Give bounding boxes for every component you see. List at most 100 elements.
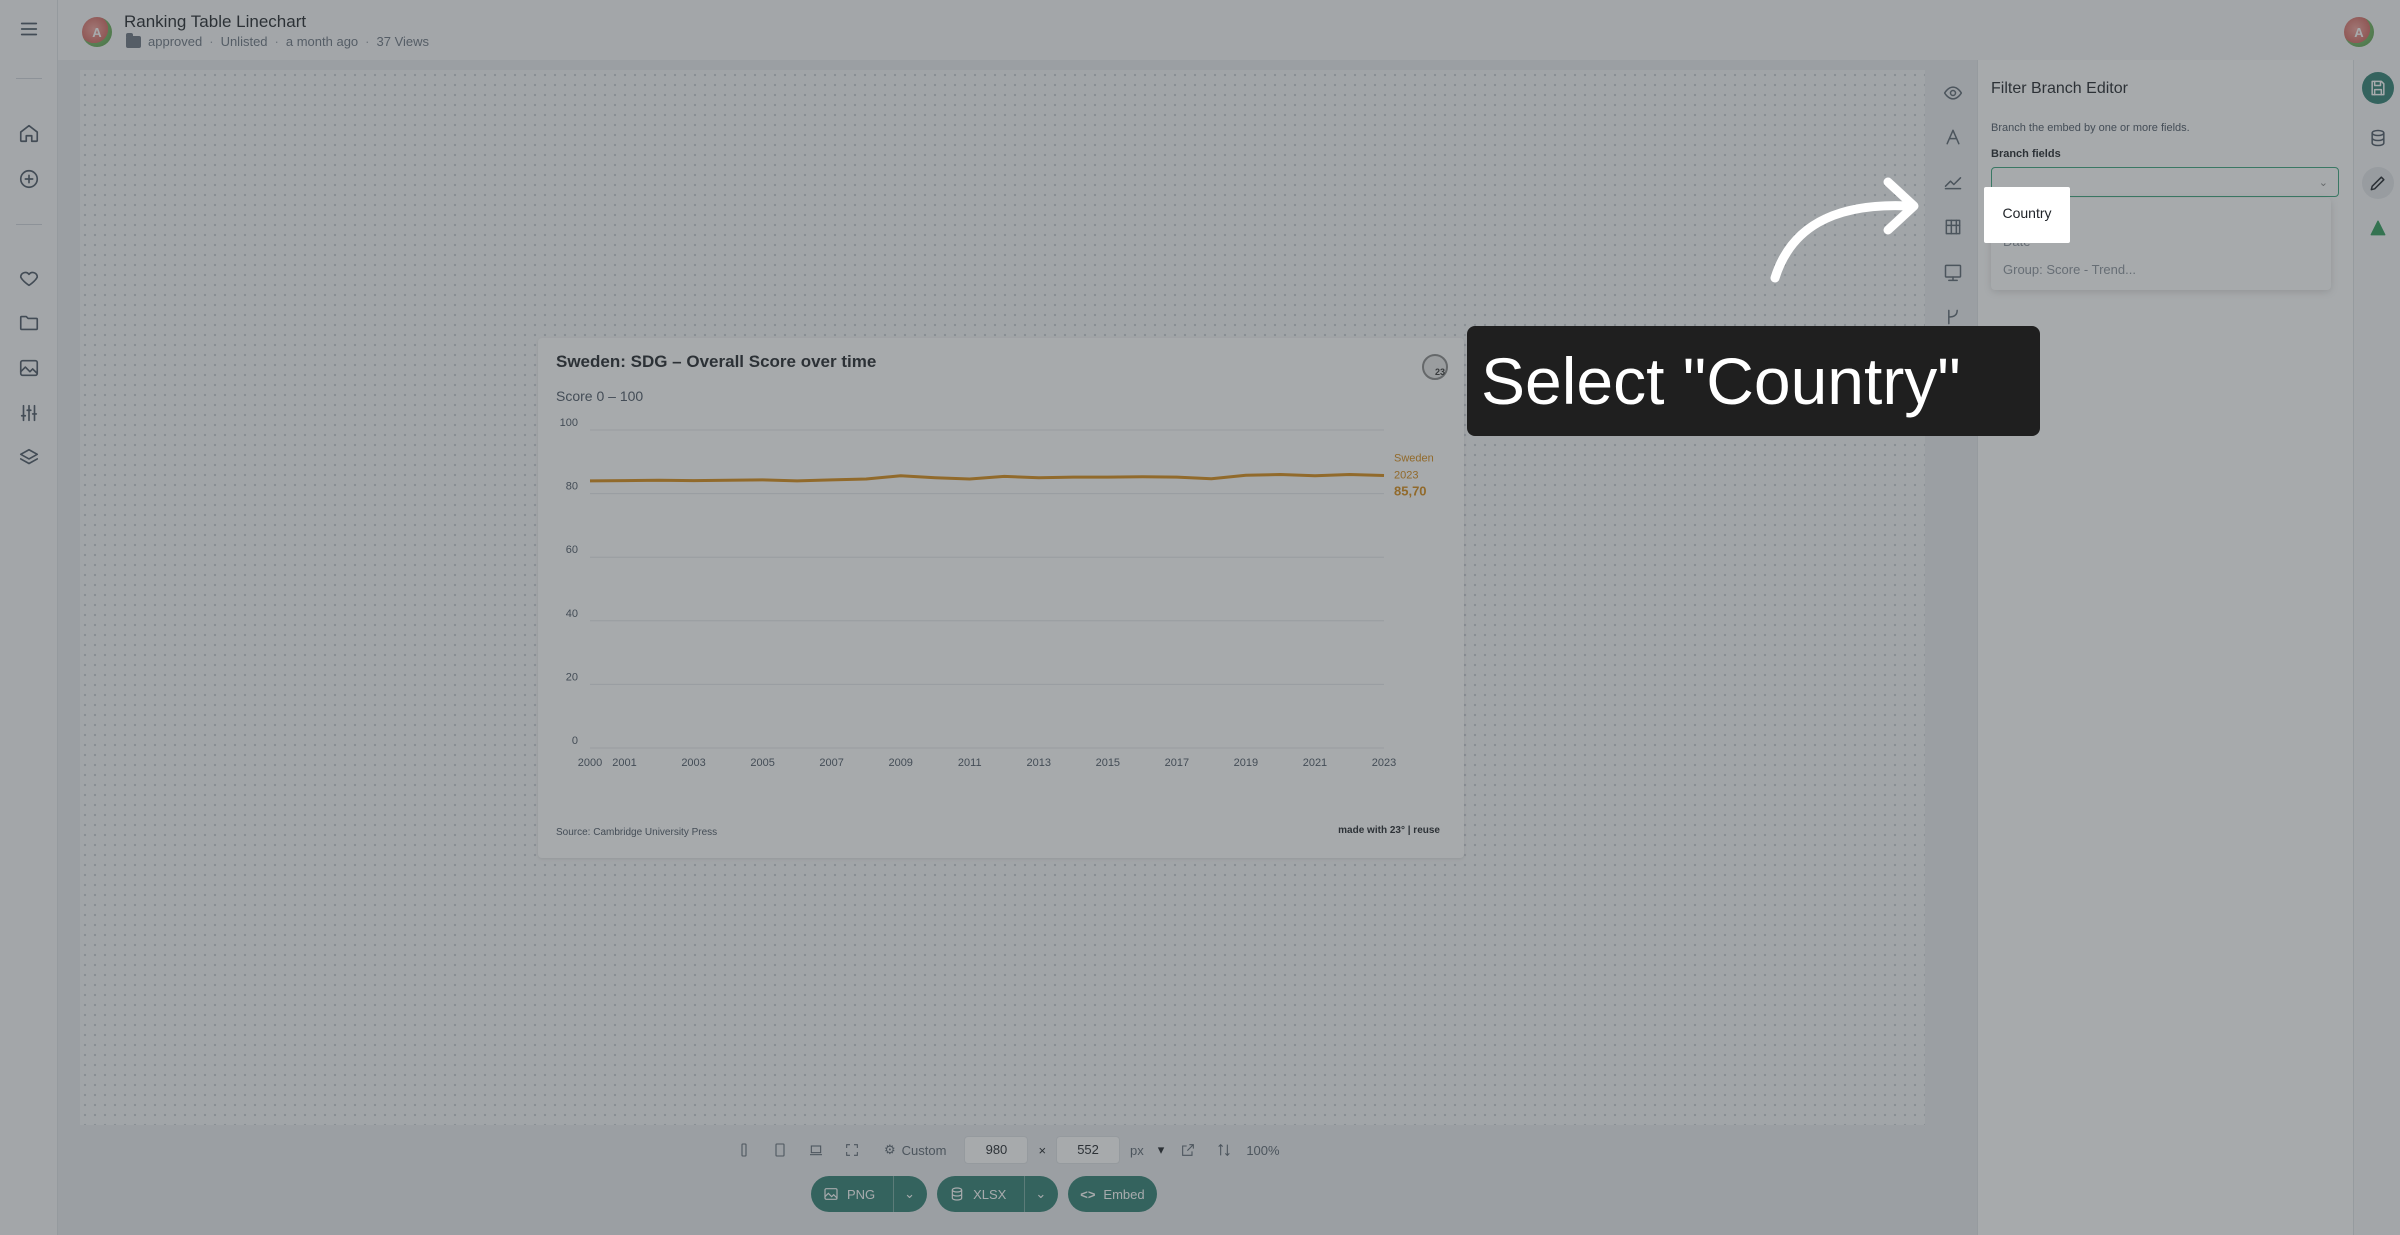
arrow-icon bbox=[1770, 177, 1919, 283]
line-chart: 100 80 60 40 20 02000 2001 2003 2005 2007 2009 2011… bbox=[560, 418, 1434, 769]
avatar[interactable]: A bbox=[82, 17, 112, 47]
series-line-sweden bbox=[589, 473, 1385, 483]
size-mode-label: Custom bbox=[901, 1142, 947, 1158]
highlighted-option-country[interactable]: Country bbox=[1984, 187, 2070, 243]
x-tick-label: 2019 bbox=[1234, 757, 1258, 769]
xlsx-label: XLSX bbox=[973, 1186, 1007, 1202]
chart-line-icon[interactable] bbox=[1938, 167, 1968, 197]
made-with-credit[interactable]: made with 23° | reuse bbox=[1338, 825, 1440, 836]
height-input[interactable]: 552 bbox=[1056, 1136, 1121, 1164]
chevron-down-icon[interactable]: ⌄ bbox=[1035, 1186, 1046, 1202]
swap-icon[interactable] bbox=[1210, 1139, 1238, 1161]
avatar-letter: A bbox=[92, 24, 102, 40]
plus-circle-icon[interactable] bbox=[14, 164, 44, 194]
embed-button[interactable]: <> Embed bbox=[1068, 1176, 1157, 1212]
user-avatar[interactable]: A bbox=[2344, 17, 2374, 47]
option-country-label: Country bbox=[2002, 205, 2052, 221]
database-icon bbox=[951, 1187, 963, 1201]
heart-icon[interactable] bbox=[14, 263, 44, 293]
unit-dropdown-icon[interactable]: ▾ bbox=[1158, 1142, 1165, 1158]
x-tick-label: 2000 bbox=[578, 757, 602, 769]
x-tick-label: 2013 bbox=[1027, 757, 1051, 769]
option-group-score-trend[interactable]: Group: Score - Trend... bbox=[2003, 262, 2136, 277]
database-icon[interactable] bbox=[2362, 122, 2394, 154]
divider bbox=[16, 78, 42, 79]
page-title[interactable]: Ranking Table Linechart bbox=[124, 12, 306, 32]
meta-visibility: Unlisted bbox=[220, 34, 268, 49]
y-tick-label: 0 bbox=[572, 735, 578, 747]
chart-source: Source: Cambridge University Press bbox=[556, 827, 718, 838]
chevron-down-icon[interactable]: ⌄ bbox=[904, 1186, 915, 1202]
end-label-value: 85,70 bbox=[1394, 483, 1427, 498]
left-sidebar bbox=[0, 0, 58, 1235]
right-rail bbox=[2353, 60, 2400, 1235]
pencil-icon[interactable] bbox=[2362, 167, 2394, 199]
folder-icon bbox=[126, 32, 141, 48]
folder-icon[interactable] bbox=[14, 308, 44, 338]
image-icon[interactable] bbox=[14, 353, 44, 383]
y-tick-label: 40 bbox=[566, 608, 578, 620]
chart-card[interactable]: Sweden: SDG – Overall Score over time Sc… bbox=[538, 338, 1464, 858]
home-icon[interactable] bbox=[14, 118, 44, 148]
y-tick-label: 100 bbox=[560, 418, 578, 429]
menu-icon[interactable] bbox=[14, 14, 44, 44]
x-tick-label: 2023 bbox=[1372, 757, 1396, 769]
laptop-icon[interactable] bbox=[802, 1139, 830, 1161]
panel-description: Branch the embed by one or more fields. bbox=[1991, 122, 2190, 134]
x-tick-label: 2021 bbox=[1303, 757, 1327, 769]
page-meta: approved · Unlisted · a month ago · 37 V… bbox=[126, 32, 430, 49]
png-export-button[interactable]: PNG ⌄ bbox=[811, 1176, 928, 1212]
mobile-icon[interactable] bbox=[730, 1139, 758, 1161]
save-icon[interactable] bbox=[2362, 72, 2394, 104]
x-tick-label: 2015 bbox=[1096, 757, 1120, 769]
image-icon bbox=[824, 1188, 838, 1200]
external-link-icon[interactable] bbox=[1174, 1139, 1202, 1161]
image-frame-icon[interactable] bbox=[1938, 257, 1968, 287]
end-label-series: Sweden bbox=[1394, 452, 1434, 464]
unit-select[interactable]: px bbox=[1130, 1143, 1144, 1158]
times-sign: × bbox=[1038, 1142, 1047, 1158]
x-tick-label: 2017 bbox=[1165, 757, 1189, 769]
grid-icon[interactable] bbox=[1938, 212, 1968, 242]
embed-label: Embed bbox=[1103, 1186, 1145, 1202]
png-label: PNG bbox=[847, 1186, 876, 1202]
text-icon[interactable] bbox=[1938, 122, 1968, 152]
divider bbox=[893, 1176, 895, 1212]
settings-icon: ⚙ bbox=[884, 1142, 896, 1157]
avatar-letter: A bbox=[2354, 24, 2364, 40]
chart-subtitle: Score 0 – 100 bbox=[556, 388, 644, 404]
meta-separator: · bbox=[209, 34, 214, 49]
eye-icon[interactable] bbox=[1938, 78, 1968, 108]
sliders-icon[interactable] bbox=[14, 398, 44, 428]
x-tick-label: 2011 bbox=[958, 757, 982, 769]
y-tick-label: 20 bbox=[566, 671, 578, 683]
code-icon: <> bbox=[1080, 1186, 1096, 1202]
header bbox=[58, 0, 2400, 60]
x-tick-label: 2005 bbox=[750, 757, 774, 769]
meta-separator: · bbox=[274, 34, 279, 49]
chart-title: Sweden: SDG – Overall Score over time bbox=[556, 352, 877, 371]
x-tick-label: 2003 bbox=[681, 757, 705, 769]
tablet-icon[interactable] bbox=[766, 1139, 794, 1161]
y-tick-label: 60 bbox=[566, 544, 578, 556]
export-bar: PNG ⌄ XLSX ⌄ <> Embed bbox=[811, 1176, 1157, 1212]
custom-size-option[interactable]: ⚙ Custom bbox=[884, 1142, 946, 1158]
divider bbox=[16, 224, 42, 225]
meta-views: 37 Views bbox=[376, 34, 430, 49]
x-tick-label: 2009 bbox=[888, 757, 912, 769]
brand-logo-icon: 23 bbox=[1422, 354, 1448, 380]
x-tick-label: 2001 bbox=[612, 757, 636, 769]
divider bbox=[1024, 1176, 1026, 1212]
xlsx-export-button[interactable]: XLSX ⌄ bbox=[937, 1176, 1059, 1212]
fullscreen-icon[interactable] bbox=[838, 1139, 866, 1161]
end-label-year: 2023 bbox=[1394, 469, 1418, 481]
chevron-down-icon: ⌄ bbox=[2318, 177, 2328, 189]
layers-icon[interactable] bbox=[14, 443, 44, 473]
meta-folder[interactable]: approved bbox=[148, 34, 202, 49]
meta-time: a month ago bbox=[285, 34, 359, 49]
width-input[interactable]: 980 bbox=[964, 1136, 1029, 1164]
branch-fields-label: Branch fields bbox=[1991, 148, 2061, 160]
size-toolbar: ⚙ Custom 980 × 552 px ▾ 100% bbox=[730, 1135, 1280, 1165]
y-tick-label: 80 bbox=[566, 481, 578, 493]
triangle-icon[interactable] bbox=[2362, 212, 2394, 244]
